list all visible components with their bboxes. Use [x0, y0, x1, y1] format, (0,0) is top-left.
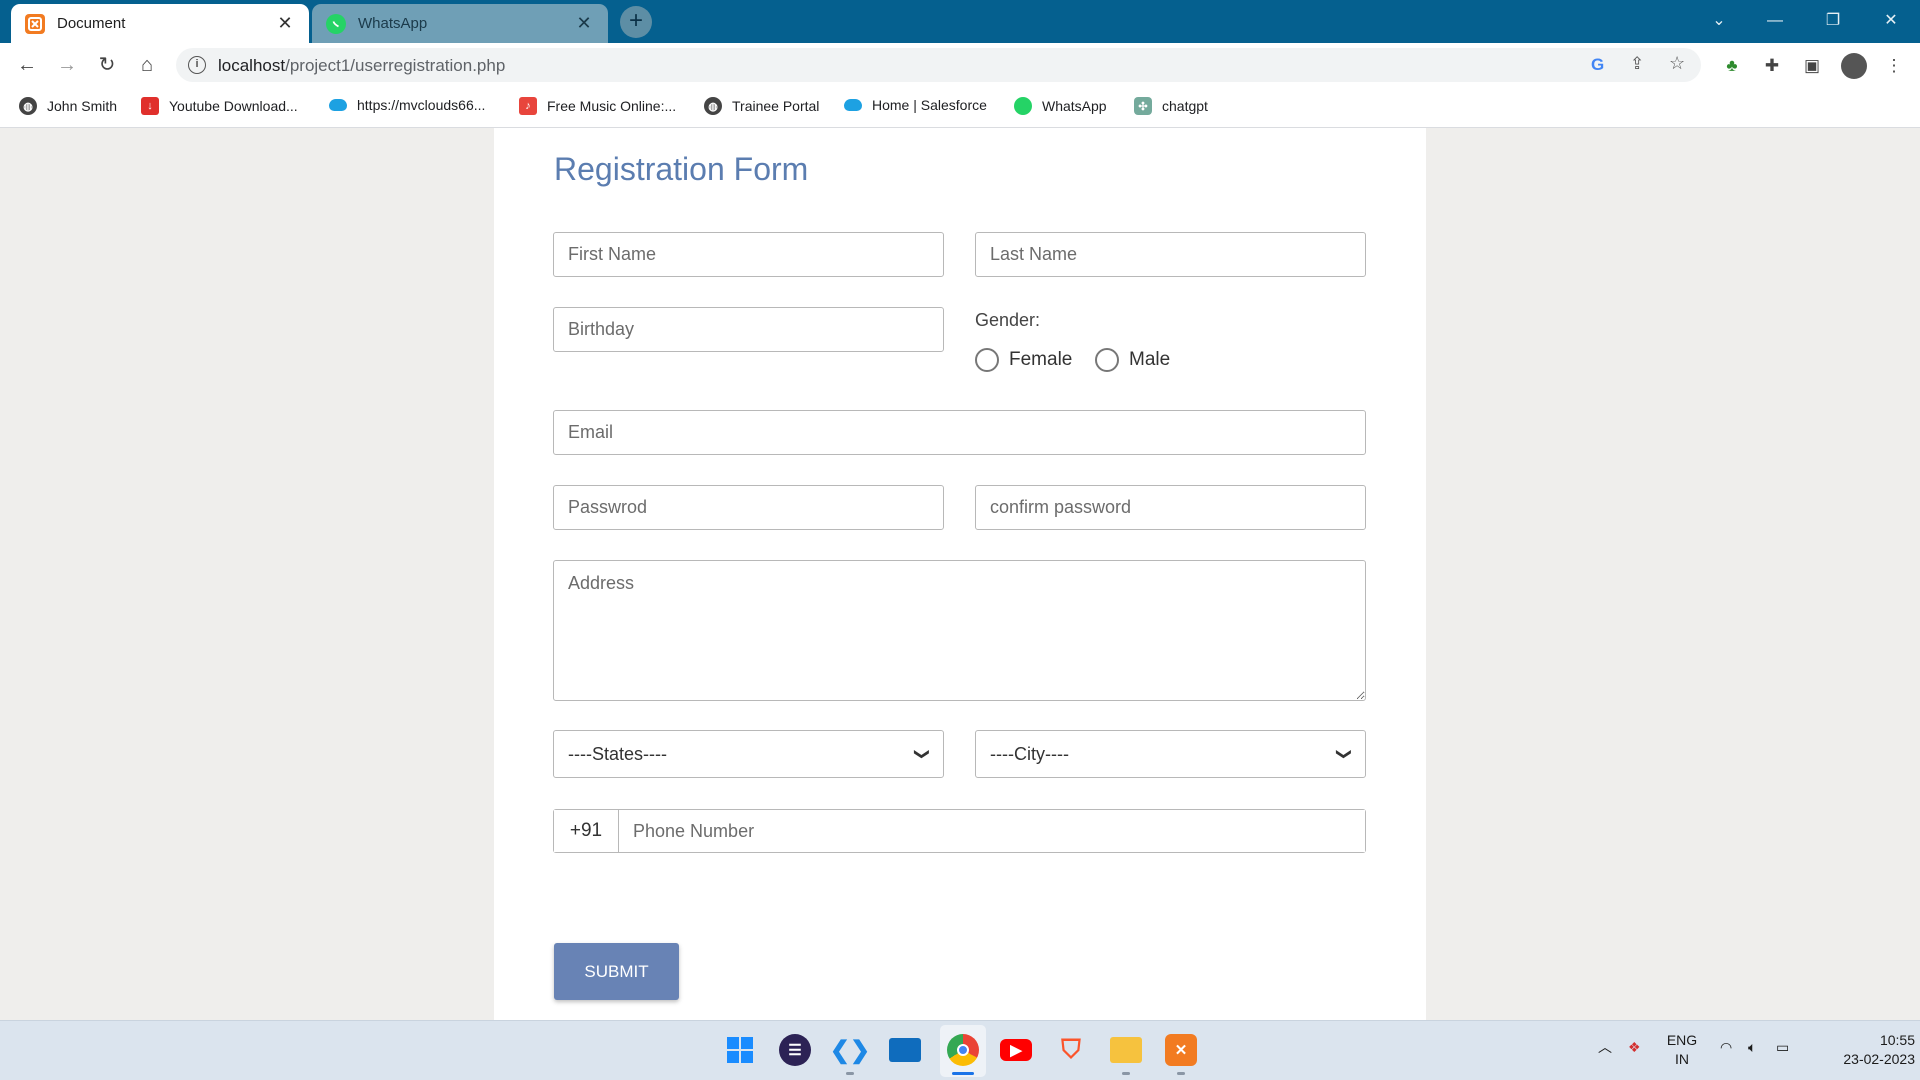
- restore-icon[interactable]: ❐: [1810, 6, 1856, 36]
- address-textarea[interactable]: [553, 560, 1366, 701]
- chrome-icon[interactable]: [947, 1034, 979, 1066]
- browser-toolbar: ← → ↻ ⌂ i localhost/project1/userregistr…: [0, 43, 1920, 87]
- tab-search-icon[interactable]: ⌄: [1696, 6, 1742, 36]
- windows-start-icon[interactable]: [724, 1034, 756, 1066]
- page-viewport: Registration Form Gender: Female Male --…: [0, 128, 1920, 1020]
- xampp-icon: [25, 13, 45, 34]
- close-tab-icon[interactable]: ✕: [275, 13, 295, 34]
- first-name-input[interactable]: [553, 232, 944, 277]
- download-icon: ↓: [141, 97, 159, 115]
- tab-title: Document: [57, 15, 126, 32]
- wifi-icon[interactable]: ◠: [1720, 1038, 1732, 1057]
- form-title: Registration Form: [554, 151, 809, 187]
- running-indicator: [1177, 1072, 1185, 1075]
- volume-icon[interactable]: 🔈︎: [1748, 1038, 1756, 1057]
- home-icon[interactable]: ⌂: [133, 51, 161, 79]
- side-panel-icon[interactable]: ▣: [1801, 55, 1823, 77]
- bookmark-item[interactable]: WhatsApp: [1014, 97, 1107, 115]
- share-icon[interactable]: ⇪: [1630, 54, 1644, 74]
- remote-desktop-icon[interactable]: [889, 1038, 921, 1062]
- radio-circle[interactable]: [1095, 348, 1119, 372]
- radio-label: Female: [1009, 349, 1073, 370]
- email-input[interactable]: [553, 410, 1366, 455]
- language-indicator[interactable]: ENG IN: [1662, 1031, 1702, 1069]
- notification-app-icon[interactable]: ❖: [1628, 1038, 1641, 1057]
- menu-icon[interactable]: ⋮: [1883, 55, 1905, 77]
- close-tab-icon[interactable]: ✕: [574, 13, 594, 34]
- bookmark-item[interactable]: Home | Salesforce: [844, 97, 987, 113]
- running-indicator: [846, 1072, 854, 1075]
- bookmarks-bar: ◍ John Smith ↓ Youtube Download... https…: [0, 87, 1920, 128]
- bookmark-item[interactable]: https://mvclouds66...: [329, 97, 485, 113]
- music-icon: ♪: [519, 97, 537, 115]
- whatsapp-icon: [326, 13, 346, 34]
- bookmark-item[interactable]: ♪ Free Music Online:...: [519, 97, 676, 115]
- globe-icon: ◍: [19, 97, 37, 115]
- phone-input-group: +91: [553, 809, 1366, 853]
- states-selected-value: ----States----: [568, 743, 667, 764]
- reload-icon[interactable]: ↻: [93, 51, 121, 79]
- xampp-icon[interactable]: ✕: [1165, 1034, 1197, 1066]
- submit-button[interactable]: SUBMIT: [554, 943, 679, 1000]
- tab-title: WhatsApp: [358, 15, 428, 32]
- cloud-icon: [329, 99, 347, 111]
- back-icon[interactable]: ←: [13, 51, 41, 79]
- address-bar[interactable]: i localhost/project1/userregistration.ph…: [176, 48, 1701, 82]
- html-extension-icon[interactable]: ♣: [1721, 55, 1743, 77]
- confirm-password-input[interactable]: [975, 485, 1366, 530]
- last-name-input[interactable]: [975, 232, 1366, 277]
- city-select[interactable]: ----City---- ❯: [975, 730, 1366, 778]
- youtube-icon[interactable]: ▶: [1000, 1039, 1032, 1061]
- city-selected-value: ----City----: [990, 743, 1069, 764]
- password-input[interactable]: [553, 485, 944, 530]
- whatsapp-icon: [1014, 97, 1032, 115]
- states-select[interactable]: ----States---- ❯: [553, 730, 944, 778]
- windows-taskbar: ☰ ❮❯ ▶ ⛉ ✕ ︿ ❖ ENG IN ◠ 🔈︎ ▭ 10:55 23-02…: [0, 1020, 1920, 1080]
- url-text[interactable]: localhost/project1/userregistration.php: [218, 56, 505, 76]
- brave-icon[interactable]: ⛉: [1055, 1034, 1087, 1066]
- active-indicator: [952, 1072, 974, 1075]
- phone-country-code: +91: [554, 810, 619, 852]
- radio-label: Male: [1129, 349, 1171, 370]
- registration-card: Registration Form Gender: Female Male --…: [494, 128, 1426, 1020]
- phone-number-input[interactable]: [619, 810, 1365, 852]
- forward-icon[interactable]: →: [53, 51, 81, 79]
- bookmark-item[interactable]: ↓ Youtube Download...: [141, 97, 298, 115]
- radio-circle[interactable]: [975, 348, 999, 372]
- chevron-down-icon: ❯: [913, 747, 931, 761]
- clock[interactable]: 10:55 23-02-2023: [1805, 1031, 1915, 1069]
- bookmark-item[interactable]: ✣ chatgpt: [1134, 97, 1208, 115]
- eclipse-icon[interactable]: ☰: [779, 1034, 811, 1066]
- gender-label: Gender:: [975, 310, 1041, 330]
- minimize-icon[interactable]: —: [1752, 6, 1798, 36]
- profile-avatar[interactable]: [1841, 53, 1867, 79]
- tab-document[interactable]: Document ✕: [11, 4, 309, 43]
- extensions-icon[interactable]: ✚: [1761, 55, 1783, 77]
- gender-radio-female[interactable]: Female: [975, 348, 1072, 372]
- browser-titlebar: Document ✕ WhatsApp ✕ + ⌄ — ❐ ✕: [0, 0, 1920, 43]
- running-indicator: [1122, 1072, 1130, 1075]
- globe-icon: ◍: [704, 97, 722, 115]
- birthday-input[interactable]: [553, 307, 944, 352]
- cloud-icon: [844, 99, 862, 111]
- file-explorer-icon[interactable]: [1110, 1037, 1142, 1063]
- chevron-down-icon: ❯: [1335, 747, 1353, 761]
- close-window-icon[interactable]: ✕: [1868, 6, 1914, 36]
- tab-whatsapp[interactable]: WhatsApp ✕: [312, 4, 608, 43]
- bookmark-item[interactable]: ◍ John Smith: [19, 97, 117, 115]
- google-icon[interactable]: G: [1591, 55, 1604, 75]
- chatgpt-icon: ✣: [1134, 97, 1152, 115]
- bookmark-star-icon[interactable]: ☆: [1669, 53, 1685, 74]
- vscode-icon[interactable]: ❮❯: [830, 1034, 870, 1066]
- bookmark-item[interactable]: ◍ Trainee Portal: [704, 97, 819, 115]
- gender-radio-male[interactable]: Male: [1095, 348, 1170, 372]
- chevron-up-icon[interactable]: ︿: [1598, 1038, 1612, 1057]
- battery-icon[interactable]: ▭: [1776, 1038, 1789, 1057]
- site-info-icon[interactable]: i: [188, 56, 206, 74]
- new-tab-button[interactable]: +: [620, 6, 652, 38]
